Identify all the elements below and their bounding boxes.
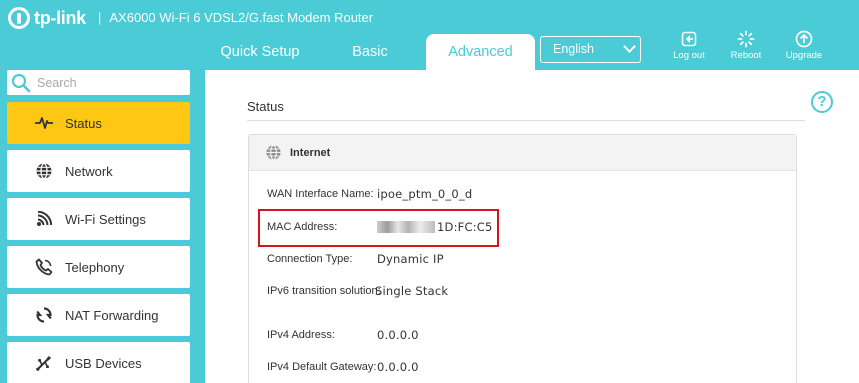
sidebar-item-nat-forwarding[interactable]: NAT Forwarding [7, 294, 190, 336]
tab-advanced[interactable]: Advanced [426, 34, 535, 70]
row-value: 0.0.0.0 [377, 328, 419, 342]
sidebar-item-network[interactable]: Network [7, 150, 190, 192]
title-separator: | [98, 10, 102, 25]
info-row-ipv6-transition: IPv6 transition solution: Single Stack [267, 283, 448, 299]
sidebar-item-label: USB Devices [65, 355, 142, 371]
sidebar-item-label: Status [65, 115, 102, 131]
row-value: 0.0.0.0 [377, 360, 419, 374]
card-title: Internet [290, 146, 331, 159]
language-select[interactable]: English [540, 36, 641, 63]
row-label: WAN Interface Name: [267, 188, 374, 200]
row-value: ipoe_ptm_0_0_d [377, 187, 473, 201]
row-label: IPv6 transition solution: [267, 285, 381, 297]
sidebar-item-label: Network [65, 163, 113, 179]
upgrade-label: Upgrade [785, 50, 823, 61]
main-panel: Status ? Internet WAN Interface Name: ip… [205, 70, 859, 383]
search-input[interactable] [37, 73, 185, 92]
tp-link-logo[interactable]: tp-link [8, 6, 86, 30]
sidebar-item-status[interactable]: Status [7, 102, 190, 144]
logout-label: Log out [673, 50, 705, 61]
tab-basic[interactable]: Basic [330, 42, 410, 70]
status-pulse-icon [32, 116, 56, 130]
sidebar-item-telephony[interactable]: Telephony [7, 246, 190, 288]
phone-icon [32, 258, 56, 276]
product-title: | AX6000 Wi-Fi 6 VDSL2/G.fast Modem Route… [98, 10, 373, 25]
globe-icon [265, 144, 282, 161]
internet-card-header: Internet [249, 135, 796, 171]
sidebar-item-label: Telephony [65, 259, 125, 275]
sidebar-item-label: Wi-Fi Settings [65, 211, 146, 227]
logout-icon [665, 30, 713, 48]
reboot-button[interactable]: Reboot [722, 30, 770, 62]
help-icon[interactable]: ? [811, 91, 833, 113]
reboot-label: Reboot [730, 50, 762, 61]
reboot-icon [722, 30, 770, 48]
title-divider [247, 120, 805, 121]
chevron-down-icon [623, 40, 636, 53]
row-label: Connection Type: [267, 253, 353, 265]
tp-link-logo-icon [8, 7, 30, 29]
info-row-wan-interface: WAN Interface Name: ipoe_ptm_0_0_d [267, 186, 472, 202]
redacted-mac-segment [377, 221, 435, 233]
sidebar-item-wifi-settings[interactable]: Wi-Fi Settings [7, 198, 190, 240]
row-label: MAC Address: [267, 221, 338, 233]
tab-quick-setup[interactable]: Quick Setup [205, 42, 315, 70]
language-value: English [553, 42, 594, 56]
row-label: IPv4 Address: [267, 329, 335, 341]
search-box[interactable] [7, 70, 190, 95]
page-title: Status [247, 99, 284, 114]
wifi-icon [32, 211, 56, 227]
search-icon [11, 73, 31, 98]
row-value: Single Stack [375, 284, 449, 298]
info-row-ipv4-address: IPv4 Address: 0.0.0.0 [267, 327, 419, 343]
row-value: Dynamic IP [377, 252, 444, 266]
usb-icon [32, 355, 56, 371]
nat-icon [32, 307, 56, 323]
upgrade-button[interactable]: Upgrade [780, 30, 828, 62]
sidebar-item-usb-devices[interactable]: USB Devices [7, 342, 190, 383]
info-row-mac-address: MAC Address: 1D:FC:C5 [267, 219, 493, 235]
row-label: IPv4 Default Gateway: [267, 361, 377, 373]
internet-card: Internet WAN Interface Name: ipoe_ptm_0_… [248, 134, 797, 383]
product-name: AX6000 Wi-Fi 6 VDSL2/G.fast Modem Router [109, 10, 374, 25]
row-value: 1D:FC:C5 [437, 220, 493, 234]
sidebar-item-label: NAT Forwarding [65, 307, 159, 323]
info-row-connection-type: Connection Type: Dynamic IP [267, 251, 444, 267]
info-row-ipv4-gateway: IPv4 Default Gateway: 0.0.0.0 [267, 359, 419, 375]
brand-name: tp-link [34, 7, 86, 28]
logout-button[interactable]: Log out [665, 30, 713, 62]
globe-icon [32, 162, 56, 180]
upgrade-icon [780, 30, 828, 48]
